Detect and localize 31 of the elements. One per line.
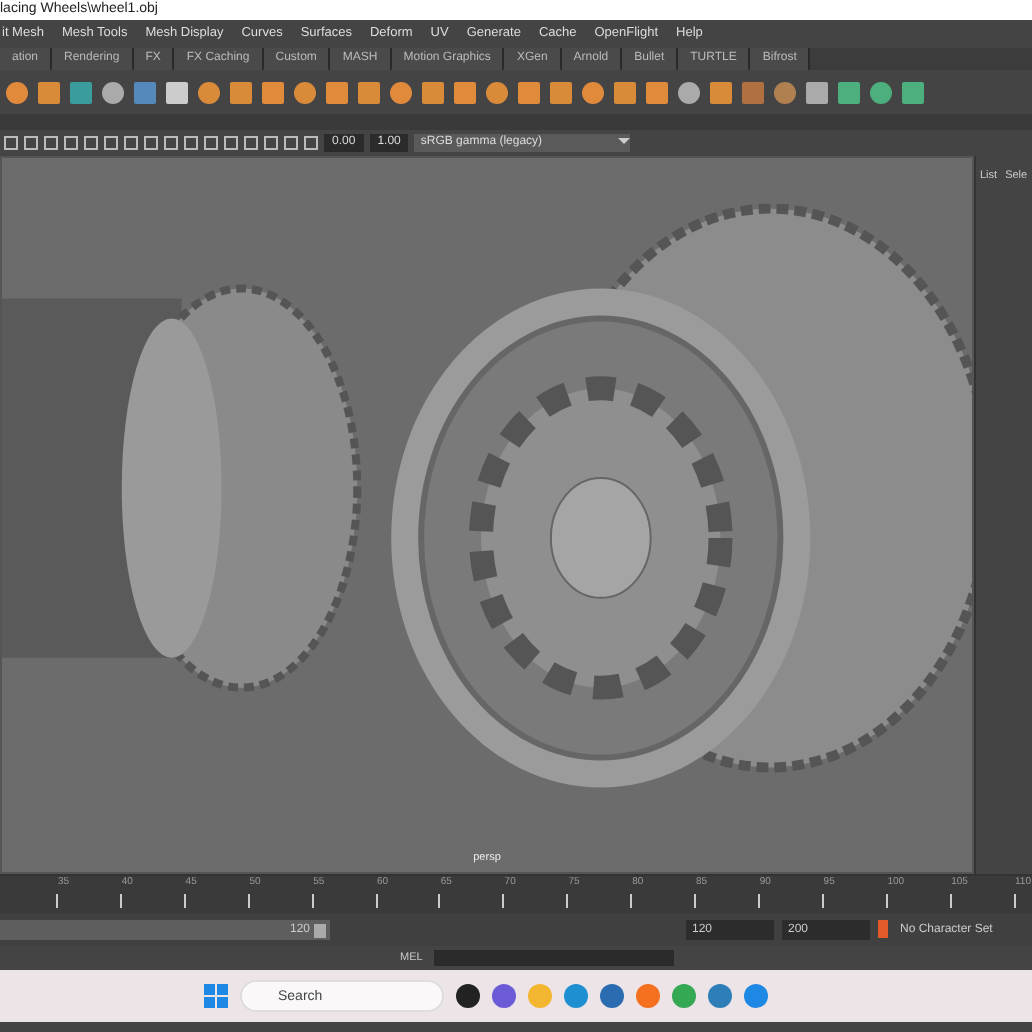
- shelf-tool-icon[interactable]: [36, 79, 62, 105]
- shelf-tool-icon[interactable]: [612, 79, 638, 105]
- shelf-tool-icon[interactable]: [388, 79, 414, 105]
- shelf-tool-icon[interactable]: [292, 79, 318, 105]
- shelf-tool-icon[interactable]: [100, 79, 126, 105]
- shelf-tool-icon[interactable]: [676, 79, 702, 105]
- shelf-tool-icon[interactable]: [484, 79, 510, 105]
- command-field[interactable]: [434, 950, 675, 966]
- shelf-tool-icon[interactable]: [548, 79, 574, 105]
- shelf-tool-icon[interactable]: [804, 79, 830, 105]
- shelf-tool-icon[interactable]: [196, 79, 222, 105]
- shelf-tool-icon[interactable]: [868, 79, 894, 105]
- shelf-tool-icon[interactable]: [644, 79, 670, 105]
- shelf-tool-icon[interactable]: [772, 79, 798, 105]
- shelf-tool-icon[interactable]: [580, 79, 606, 105]
- shelf-tool-icon[interactable]: [132, 79, 158, 105]
- shelf-tool-icon[interactable]: [900, 79, 926, 105]
- shelf-tool-icon[interactable]: [4, 79, 30, 105]
- shelf-tool-icon[interactable]: [452, 79, 478, 105]
- shelf-tool-icon[interactable]: [68, 79, 94, 105]
- shelf-tool-icon[interactable]: [324, 79, 350, 105]
- slider-handle[interactable]: [314, 923, 326, 937]
- shelf-tool-icon[interactable]: [228, 79, 254, 105]
- shelf-tool-icon[interactable]: [356, 79, 382, 105]
- shelf-tool-icon[interactable]: [836, 79, 862, 105]
- shelf-tool-icon[interactable]: [516, 79, 542, 105]
- shelf-tool-icon[interactable]: [260, 79, 286, 105]
- shelf-tool-icon[interactable]: [708, 79, 734, 105]
- key-icon[interactable]: [878, 919, 892, 941]
- shelf-tool-icon[interactable]: [420, 79, 446, 105]
- shelf-tool-icon[interactable]: [164, 79, 190, 105]
